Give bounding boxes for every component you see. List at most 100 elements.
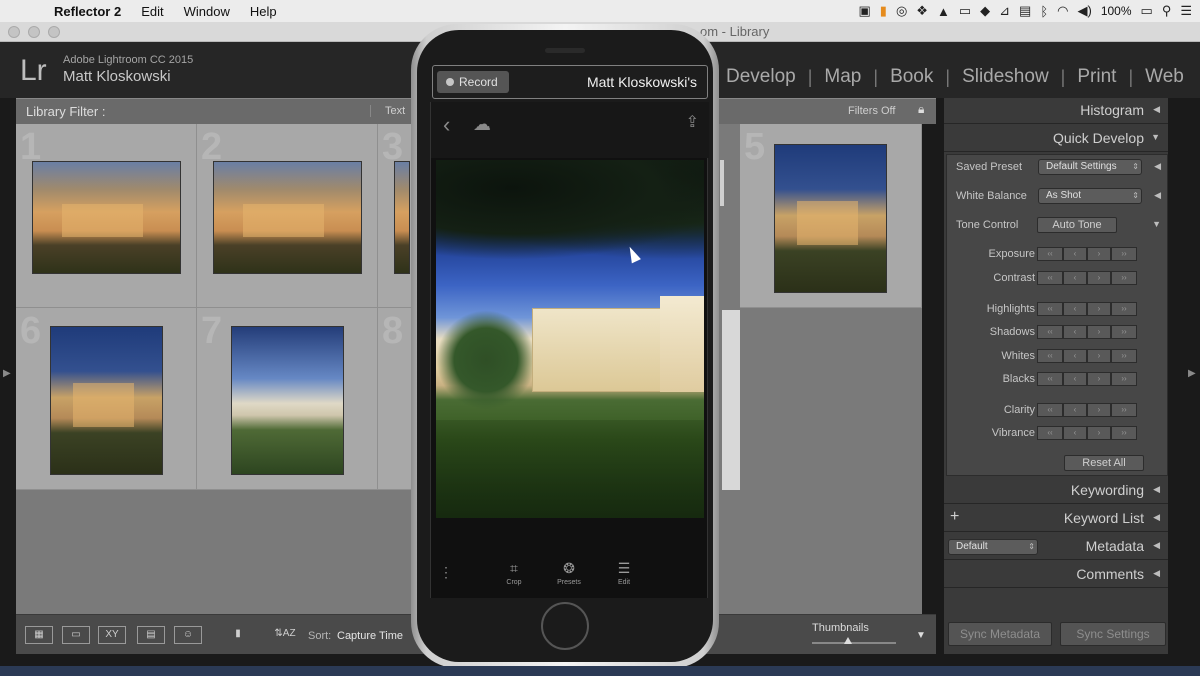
menu-help[interactable]: Help — [240, 4, 287, 19]
more-options-icon[interactable]: ⋮ — [439, 564, 453, 581]
module-map[interactable]: Map — [812, 66, 873, 88]
decrease-button[interactable]: ‹ — [1063, 403, 1087, 417]
disclosure-icon[interactable]: ◀ — [1154, 190, 1161, 201]
evernote-icon[interactable]: ◆ — [980, 3, 990, 19]
menu-edit[interactable]: Edit — [131, 4, 173, 19]
disclosure-icon[interactable]: ◀ — [1154, 161, 1161, 172]
menu-app-name[interactable]: Reflector 2 — [44, 4, 131, 19]
decrease-large-button[interactable]: ‹‹ — [1037, 403, 1063, 417]
sync-metadata-button[interactable]: Sync Metadata — [948, 622, 1052, 646]
airplay-icon[interactable]: ⊿ — [999, 3, 1010, 19]
survey-view-icon[interactable]: ▤ — [137, 626, 165, 644]
sort-dropdown[interactable]: Capture Time — [337, 630, 403, 642]
compare-view-icon[interactable]: XY — [98, 626, 126, 644]
thumbnail-size-slider[interactable] — [812, 642, 896, 644]
module-slideshow[interactable]: Slideshow — [950, 66, 1061, 88]
saved-preset-select[interactable]: Default Settings ⇕ — [1038, 159, 1142, 175]
filters-off-dropdown[interactable]: Filters Off — [848, 105, 895, 117]
camera-icon[interactable]: ▣ — [859, 3, 871, 19]
notification-center-icon[interactable]: ☰ — [1180, 3, 1192, 19]
module-print[interactable]: Print — [1065, 66, 1128, 88]
metadata-preset-select[interactable]: Default ⇕ — [948, 539, 1038, 555]
collapse-icon[interactable]: ◀ — [1153, 512, 1160, 523]
metadata-header[interactable]: Default ⇕ Metadata ◀ — [944, 534, 1168, 560]
increase-large-button[interactable]: ›› — [1111, 325, 1137, 339]
increase-button[interactable]: › — [1087, 247, 1111, 261]
record-button[interactable]: Record — [437, 71, 509, 93]
increase-large-button[interactable]: ›› — [1111, 302, 1137, 316]
photo-thumbnail[interactable] — [213, 161, 362, 274]
decrease-large-button[interactable]: ‹‹ — [1037, 349, 1063, 363]
keywording-header[interactable]: Keywording ◀ — [944, 478, 1168, 504]
increase-large-button[interactable]: ›› — [1111, 349, 1137, 363]
photo-thumbnail[interactable] — [774, 144, 887, 293]
grid-cell[interactable]: 6 — [16, 308, 197, 490]
increase-button[interactable]: › — [1087, 302, 1111, 316]
drive-icon[interactable]: ▲ — [937, 4, 950, 19]
back-chevron-icon[interactable]: ‹ — [443, 112, 450, 138]
histogram-header[interactable]: Histogram ◀ — [944, 98, 1168, 124]
decrease-button[interactable]: ‹ — [1063, 271, 1087, 285]
collapse-icon[interactable]: ◀ — [1153, 104, 1160, 115]
grid-cell[interactable]: 7 — [197, 308, 378, 490]
collapse-icon[interactable]: ◀ — [1153, 484, 1160, 495]
grid-scroll-indicator[interactable] — [720, 160, 724, 206]
increase-large-button[interactable]: ›› — [1111, 271, 1137, 285]
bookmark-icon[interactable]: ▮ — [880, 3, 887, 19]
left-panel-toggle-icon[interactable]: ▶ — [3, 368, 11, 379]
increase-large-button[interactable]: ›› — [1111, 247, 1137, 261]
keyword-list-header[interactable]: + Keyword List ◀ — [944, 506, 1168, 532]
decrease-button[interactable]: ‹ — [1063, 247, 1087, 261]
grid-cell[interactable]: 3 — [378, 124, 412, 308]
minimize-window-button[interactable] — [28, 26, 40, 38]
painter-icon[interactable]: ▮ — [232, 626, 244, 644]
spotlight-search-icon[interactable]: ⚲ — [1162, 3, 1172, 19]
module-develop[interactable]: Develop — [714, 66, 808, 88]
quick-develop-header[interactable]: Quick Develop ▼ — [944, 126, 1168, 152]
photo-thumbnail[interactable] — [231, 326, 344, 475]
module-web[interactable]: Web — [1133, 66, 1196, 88]
grid-cell[interactable]: 8 — [378, 308, 412, 490]
loupe-view-icon[interactable]: ▭ — [62, 626, 90, 644]
increase-large-button[interactable]: ›› — [1111, 426, 1137, 440]
add-keyword-icon[interactable]: + — [950, 508, 959, 526]
thumbnail-size-slider-knob[interactable] — [844, 637, 852, 644]
white-balance-select[interactable]: As Shot ⇕ — [1038, 188, 1142, 204]
dropbox-icon[interactable]: ❖ — [916, 3, 928, 19]
grid-cell[interactable]: 1 — [16, 124, 197, 308]
lock-icon[interactable]: 🔒︎ — [918, 102, 932, 120]
increase-button[interactable]: › — [1087, 403, 1111, 417]
comments-header[interactable]: Comments ◀ — [944, 562, 1168, 588]
increase-button[interactable]: › — [1087, 372, 1111, 386]
photo-thumbnail[interactable] — [50, 326, 163, 475]
increase-button[interactable]: › — [1087, 349, 1111, 363]
grid-view-icon[interactable]: ▦ — [25, 626, 53, 644]
keyboard-icon[interactable]: ▤ — [1019, 3, 1031, 19]
menu-window[interactable]: Window — [174, 4, 240, 19]
decrease-large-button[interactable]: ‹‹ — [1037, 247, 1063, 261]
collapse-icon[interactable]: ◀ — [1153, 568, 1160, 579]
increase-button[interactable]: › — [1087, 271, 1111, 285]
decrease-large-button[interactable]: ‹‹ — [1037, 271, 1063, 285]
grid-cell[interactable]: 5 — [740, 124, 922, 308]
wifi-icon[interactable]: ◠ — [1057, 3, 1068, 19]
module-book[interactable]: Book — [878, 66, 945, 88]
decrease-button[interactable]: ‹ — [1063, 325, 1087, 339]
grid-cell[interactable]: 2 — [197, 124, 378, 308]
decrease-button[interactable]: ‹ — [1063, 372, 1087, 386]
bluetooth-icon[interactable]: ᛒ — [1040, 4, 1048, 19]
presets-tool[interactable]: ❂ Presets — [549, 560, 589, 586]
volume-icon[interactable]: ◀) — [1077, 3, 1091, 19]
sync-settings-button[interactable]: Sync Settings — [1060, 622, 1166, 646]
decrease-button[interactable]: ‹ — [1063, 349, 1087, 363]
right-panel-toggle-icon[interactable]: ▶ — [1188, 368, 1196, 379]
share-icon[interactable]: ⇪ — [686, 112, 699, 132]
crop-tool[interactable]: ⌗ Crop — [494, 560, 534, 586]
collapse-icon[interactable]: ◀ — [1153, 540, 1160, 551]
zoom-window-button[interactable] — [48, 26, 60, 38]
filter-text-tab[interactable]: Text — [370, 105, 405, 117]
toolbar-menu-chevron-down-icon[interactable]: ▼ — [916, 630, 926, 641]
edit-tool[interactable]: ☰ Edit — [604, 560, 644, 586]
battery-icon[interactable]: ▭ — [1141, 3, 1153, 19]
cloud-sync-icon[interactable]: ☁ — [473, 114, 491, 135]
